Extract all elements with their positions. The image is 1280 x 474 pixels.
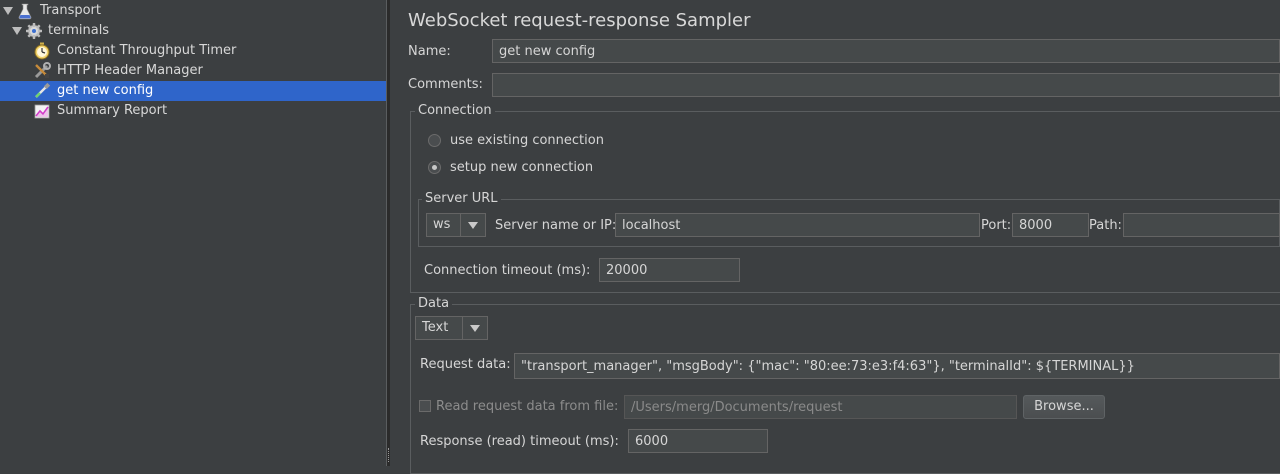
server-label: Server name or IP:	[495, 218, 617, 233]
port-field[interactable]: 8000	[1012, 213, 1089, 237]
name-field[interactable]: get new config	[492, 39, 1280, 63]
data-type-select[interactable]: Text	[415, 316, 488, 340]
tree-item-label: HTTP Header Manager	[57, 63, 203, 78]
comments-label: Comments:	[408, 77, 483, 92]
tree-item-label: Transport	[40, 3, 102, 18]
data-legend: Data	[415, 296, 453, 311]
request-data-label: Request data:	[420, 357, 511, 372]
port-label: Port:	[981, 218, 1012, 233]
connection-timeout-label: Connection timeout (ms):	[424, 263, 591, 278]
protocol-select[interactable]: ws	[426, 213, 486, 237]
response-timeout-label: Response (read) timeout (ms):	[420, 434, 619, 449]
chart-icon	[34, 104, 50, 119]
server-url-legend: Server URL	[422, 191, 501, 206]
tree-item-terminals[interactable]: terminals	[0, 21, 386, 41]
tree-item-summary-report[interactable]: Summary Report	[0, 101, 386, 121]
file-path-field[interactable]: /Users/merg/Documents/request	[624, 395, 1017, 419]
pipette-icon	[35, 82, 51, 98]
protocol-value: ws	[433, 217, 451, 232]
test-plan-tree: Transport terminals Constant Throughput …	[0, 0, 386, 466]
radio-existing-label[interactable]: use existing connection	[450, 133, 604, 148]
request-data-textarea[interactable]: "transport_manager", "msgBody": {"mac": …	[514, 353, 1280, 379]
read-from-file-checkbox[interactable]	[419, 400, 431, 412]
expand-arrow-icon[interactable]	[12, 27, 22, 35]
data-type-value: Text	[422, 320, 449, 335]
connection-timeout-field[interactable]: 20000	[599, 258, 740, 282]
path-label: Path:	[1089, 218, 1122, 233]
read-from-file-label: Read request data from file:	[436, 399, 619, 414]
tree-item-transport[interactable]: Transport	[0, 1, 386, 21]
sampler-panel: WebSocket request-response Sampler Name:…	[390, 0, 1280, 474]
radio-existing-connection[interactable]	[428, 134, 441, 147]
path-field[interactable]	[1123, 213, 1280, 237]
panel-title: WebSocket request-response Sampler	[408, 10, 751, 31]
tree-item-constant-throughput-timer[interactable]: Constant Throughput Timer	[0, 41, 386, 61]
tree-item-get-new-config[interactable]: get new config	[0, 81, 386, 101]
stopwatch-icon	[34, 42, 50, 60]
response-timeout-field[interactable]: 6000	[628, 429, 768, 453]
radio-new-label[interactable]: setup new connection	[450, 160, 593, 175]
flask-icon	[18, 3, 32, 20]
gear-icon	[26, 23, 42, 39]
expand-arrow-icon[interactable]	[3, 7, 13, 15]
tree-item-http-header-manager[interactable]: HTTP Header Manager	[0, 61, 386, 81]
tree-item-label: Constant Throughput Timer	[57, 43, 237, 58]
tree-item-label: terminals	[48, 23, 110, 38]
server-field[interactable]: localhost	[615, 213, 980, 237]
tree-item-label: get new config	[57, 83, 154, 98]
name-label: Name:	[408, 44, 451, 59]
comments-field[interactable]	[492, 73, 1280, 97]
browse-button[interactable]: Browse...	[1023, 395, 1105, 419]
connection-legend: Connection	[415, 103, 495, 118]
tree-item-label: Summary Report	[57, 103, 168, 118]
chevron-down-icon[interactable]	[462, 317, 487, 339]
radio-new-connection[interactable]	[428, 161, 441, 174]
wrench-icon	[34, 62, 51, 79]
chevron-down-icon[interactable]	[460, 214, 485, 236]
